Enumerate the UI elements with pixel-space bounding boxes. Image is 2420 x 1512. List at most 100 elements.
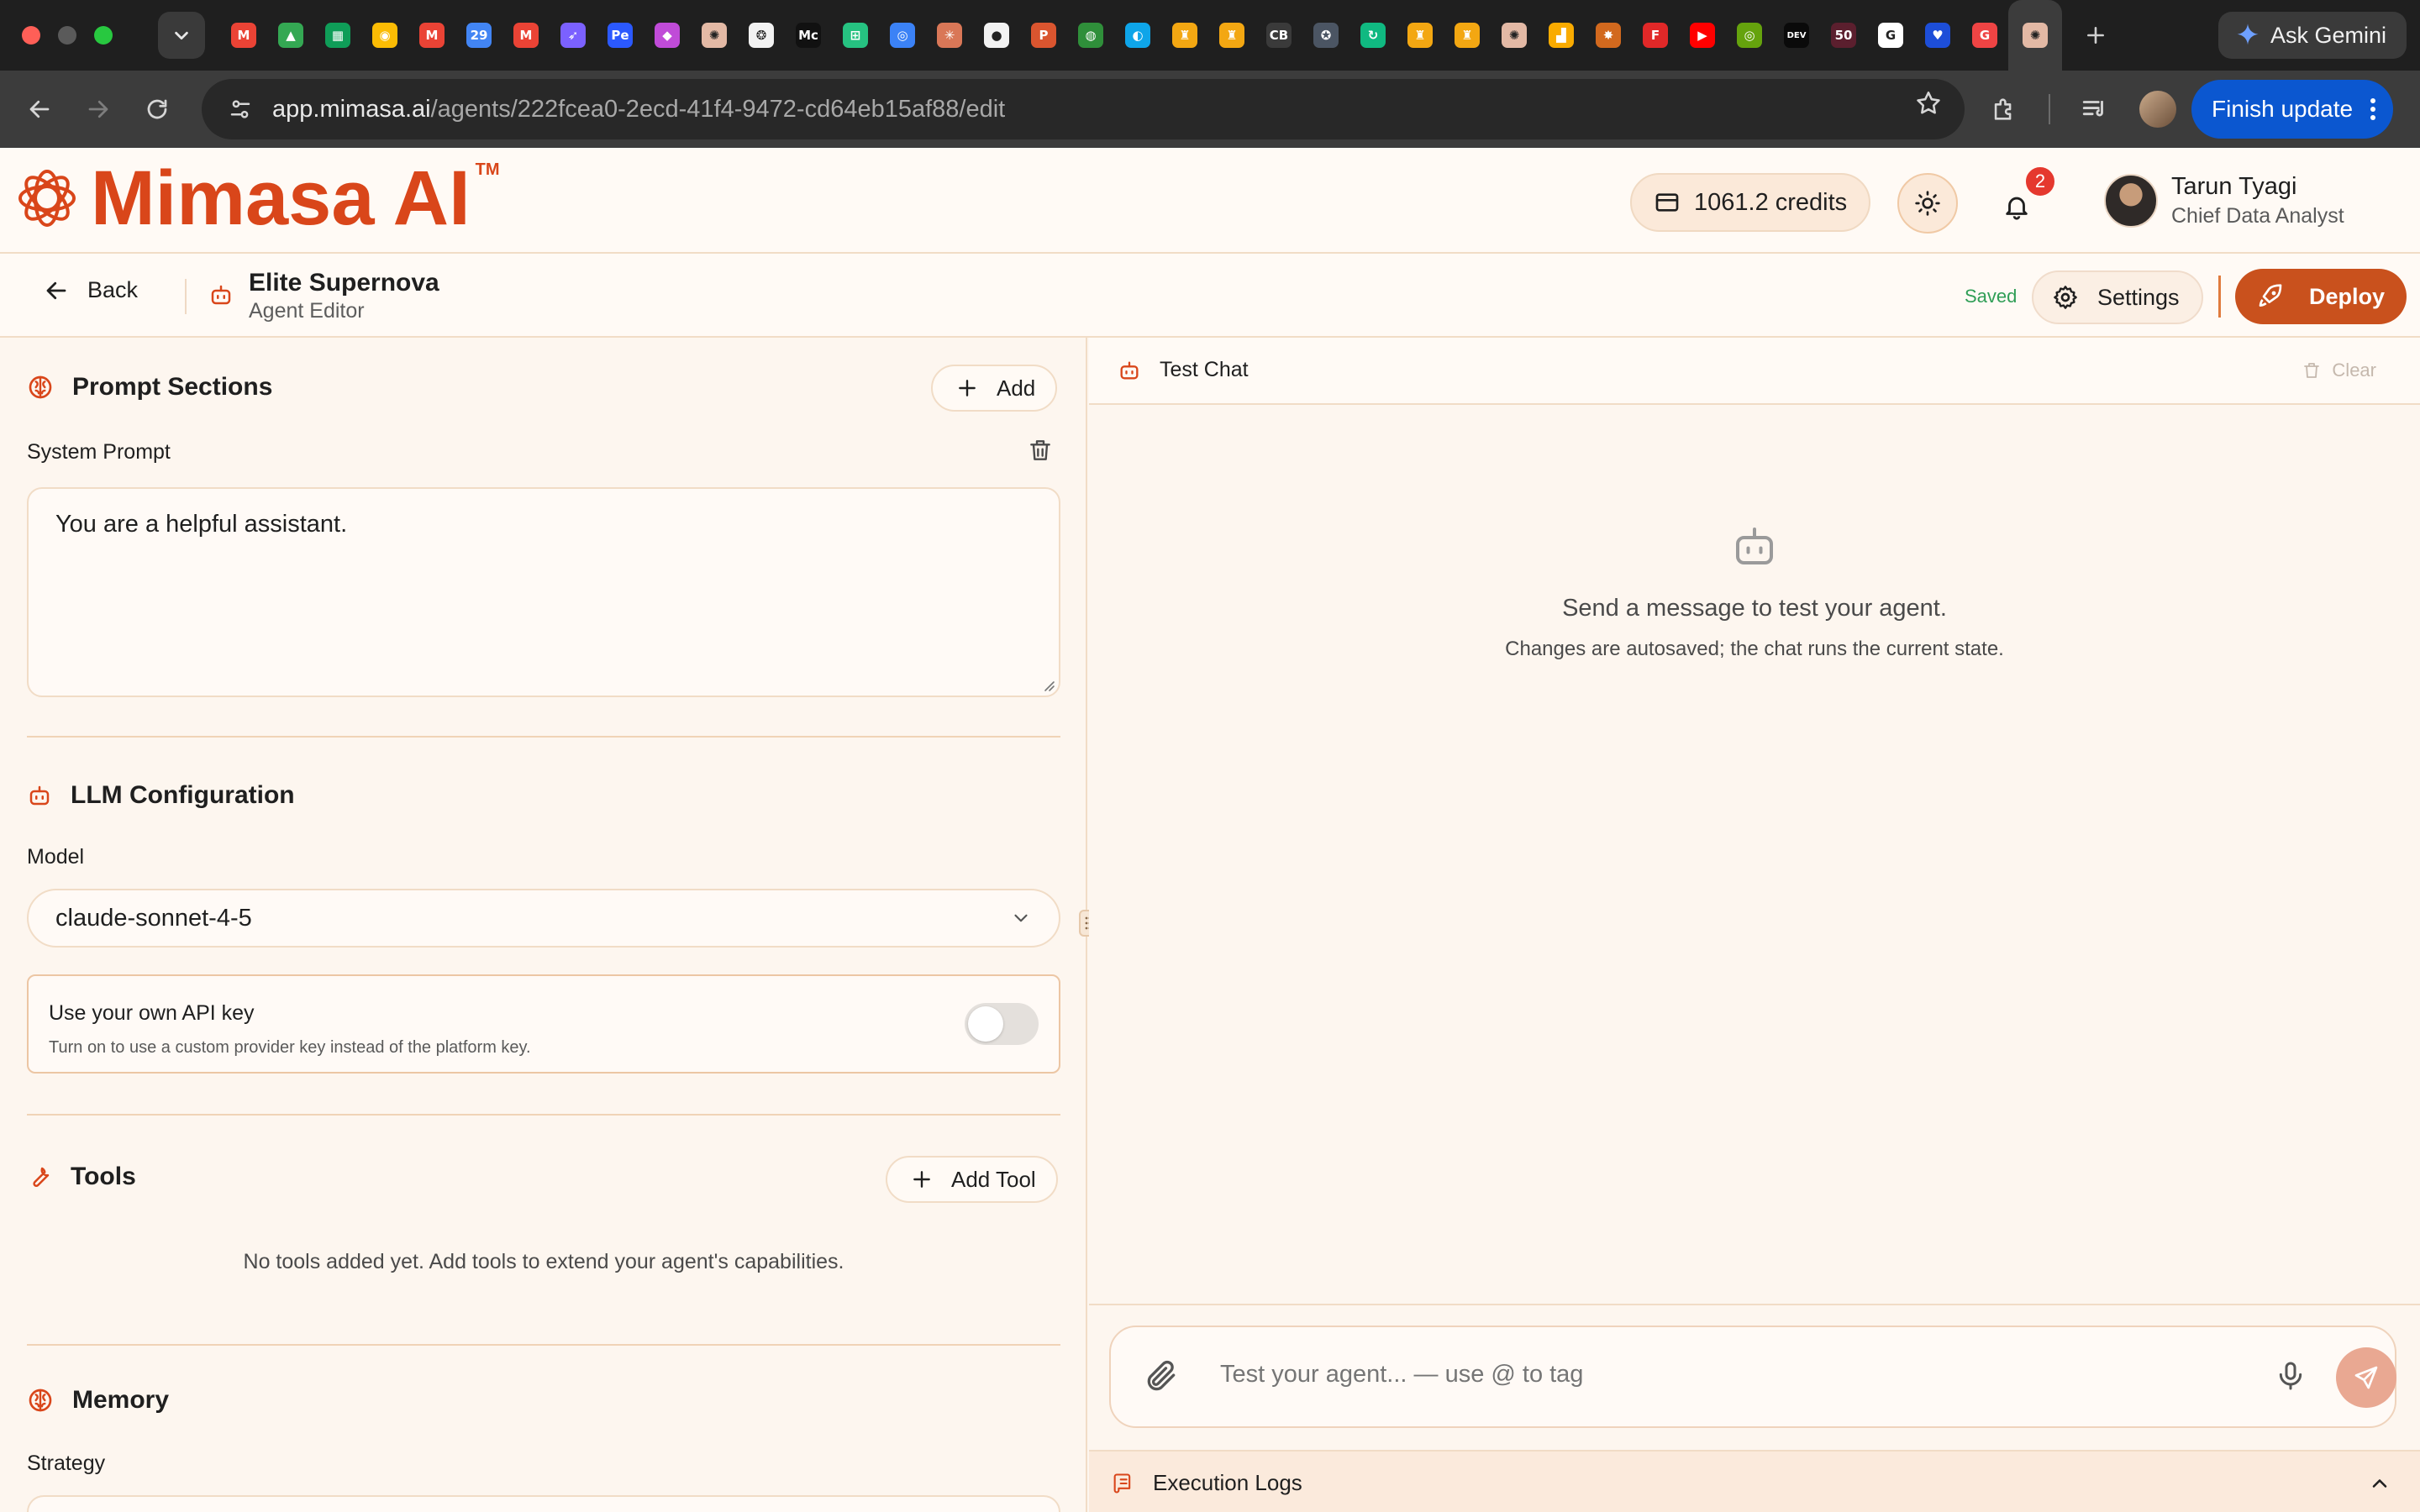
plus-icon: [2087, 27, 2104, 44]
browser-tab[interactable]: P: [1020, 0, 1067, 71]
site-info-button[interactable]: [218, 87, 262, 131]
producthunt-icon: P: [1031, 23, 1056, 48]
openai-icon: ❂: [749, 23, 774, 48]
deploy-button[interactable]: Deploy: [2235, 269, 2407, 324]
delete-section-button[interactable]: [1027, 437, 1054, 464]
badge-icon: ✸: [1596, 23, 1621, 48]
browser-tab[interactable]: M: [408, 0, 455, 71]
browser-tab[interactable]: ➶: [550, 0, 597, 71]
profile-avatar[interactable]: [2139, 91, 2176, 128]
send-message-button[interactable]: [2336, 1347, 2396, 1408]
youtube-icon: ▶: [1690, 23, 1715, 48]
add-prompt-section-button[interactable]: Add: [931, 365, 1058, 412]
chat-message-input[interactable]: [1220, 1361, 2195, 1389]
address-bar[interactable]: app.mimasa.ai/agents/222fcea0-2ecd-41f4-…: [202, 79, 1965, 139]
browser-tab[interactable]: Pe: [597, 0, 644, 71]
browser-tab[interactable]: ⊞: [832, 0, 879, 71]
browser-tab[interactable]: ◎: [879, 0, 926, 71]
browser-tab[interactable]: ▲: [267, 0, 314, 71]
attach-button[interactable]: [1143, 1357, 1180, 1394]
browser-tab[interactable]: 50: [1820, 0, 1867, 71]
back-nav-button[interactable]: [10, 80, 69, 139]
browser-tab[interactable]: ▶: [1679, 0, 1726, 71]
browser-tab[interactable]: F: [1632, 0, 1679, 71]
tools-header: Tools: [27, 1163, 136, 1191]
browser-tab[interactable]: ✪: [1302, 0, 1349, 71]
browser-tab[interactable]: ♜: [1397, 0, 1444, 71]
clear-chat-label: Clear: [2332, 360, 2376, 381]
close-window-button[interactable]: [22, 26, 40, 45]
browser-tab[interactable]: ✳: [926, 0, 973, 71]
grammarly-icon: G: [1972, 23, 1997, 48]
zoom-window-button[interactable]: [94, 26, 113, 45]
browser-tab[interactable]: G: [1867, 0, 1914, 71]
browser-tab[interactable]: ◉: [361, 0, 408, 71]
tab-search-button[interactable]: [158, 12, 205, 59]
forward-nav-button[interactable]: [69, 80, 128, 139]
browser-tab[interactable]: ↻: [1349, 0, 1397, 71]
browser-tab[interactable]: M: [502, 0, 550, 71]
execution-logs-bar[interactable]: Execution Logs: [1089, 1450, 2420, 1512]
bookmark-button[interactable]: [1914, 89, 1943, 118]
reload-button[interactable]: [128, 80, 187, 139]
browser-tab[interactable]: ✺: [1491, 0, 1538, 71]
system-prompt-label: System Prompt: [27, 440, 171, 464]
theme-toggle-button[interactable]: [1897, 173, 1958, 234]
llm-config-title: LLM Configuration: [71, 781, 295, 809]
browser-tab[interactable]: ◐: [1114, 0, 1161, 71]
browser-tab[interactable]: ♥: [1914, 0, 1961, 71]
resize-handle-icon[interactable]: [1040, 677, 1055, 692]
flipboard-icon: F: [1643, 23, 1668, 48]
composer-divider: [1089, 1304, 2420, 1305]
memory-strategy-select[interactable]: [27, 1495, 1060, 1512]
wave-icon: ◎: [890, 23, 915, 48]
clear-chat-button[interactable]: Clear: [2302, 360, 2376, 381]
browser-tab[interactable]: CB: [1255, 0, 1302, 71]
wrench-icon: [33, 1167, 50, 1188]
reading-list-button[interactable]: [2065, 80, 2124, 139]
browser-tab[interactable]: ❂: [738, 0, 785, 71]
medium-icon: Mc: [796, 23, 821, 48]
new-tab-button[interactable]: [2072, 12, 2119, 59]
browser-tab-strip: M ▲ ▦ ◉ M 29 M ➶ Pe ◆ ✺ ❂ Mc ⊞ ◎ ✳ ● P ◍ ◐ ♜ ♜ CB ✪ ↻ ♜ ♜ ✺ ▟ ✸ F ▶ ◎ DEV…: [0, 0, 2420, 71]
analytics-icon: ▟: [1549, 23, 1574, 48]
browser-tab[interactable]: ✺: [2008, 0, 2062, 71]
own-api-key-toggle[interactable]: [965, 1003, 1039, 1045]
browser-tab[interactable]: ◍: [1067, 0, 1114, 71]
browser-tab[interactable]: G: [1961, 0, 2008, 71]
voice-input-button[interactable]: [2274, 1359, 2307, 1393]
gmail-icon: M: [231, 23, 256, 48]
browser-tab[interactable]: ◎: [1726, 0, 1773, 71]
browser-tab[interactable]: ▦: [314, 0, 361, 71]
finish-update-button[interactable]: Finish update: [2191, 80, 2394, 139]
browser-tab[interactable]: ▟: [1538, 0, 1585, 71]
brand-logo[interactable]: Mimasa AI TM: [15, 160, 500, 237]
user-menu[interactable]: Tarun Tyagi Chief Data Analyst: [2104, 173, 2344, 228]
browser-tab[interactable]: 29: [455, 0, 502, 71]
system-prompt-textarea[interactable]: You are a helpful assistant.: [27, 487, 1060, 697]
settings-button[interactable]: Settings: [2032, 270, 2203, 324]
shape-icon: ◆: [655, 23, 680, 48]
minimize-window-button[interactable]: [58, 26, 76, 45]
bell-icon: [2006, 197, 2028, 220]
browser-tab[interactable]: ♜: [1208, 0, 1255, 71]
browser-tab[interactable]: ♜: [1161, 0, 1208, 71]
ask-gemini-button[interactable]: Ask Gemini: [2217, 12, 2407, 59]
browser-tab[interactable]: Mc: [785, 0, 832, 71]
back-button[interactable]: Back: [44, 277, 138, 303]
browser-tab[interactable]: DEV: [1773, 0, 1820, 71]
expand-logs-button[interactable]: [2368, 1472, 2391, 1495]
add-tool-button[interactable]: Add Tool: [886, 1156, 1058, 1203]
browser-tab[interactable]: ♜: [1444, 0, 1491, 71]
model-select[interactable]: claude-sonnet-4-5: [27, 889, 1060, 948]
browser-tab[interactable]: M: [220, 0, 267, 71]
browser-tab[interactable]: ✸: [1585, 0, 1632, 71]
send-icon: [2354, 1366, 2378, 1389]
trash-icon: [1030, 440, 1050, 460]
browser-tab[interactable]: ✺: [691, 0, 738, 71]
extensions-button[interactable]: [1975, 80, 2033, 139]
browser-tab[interactable]: ◆: [644, 0, 691, 71]
browser-tab[interactable]: ●: [973, 0, 1020, 71]
credits-pill[interactable]: 1061.2 credits: [1630, 173, 1871, 232]
calendar-icon: 29: [466, 23, 492, 48]
